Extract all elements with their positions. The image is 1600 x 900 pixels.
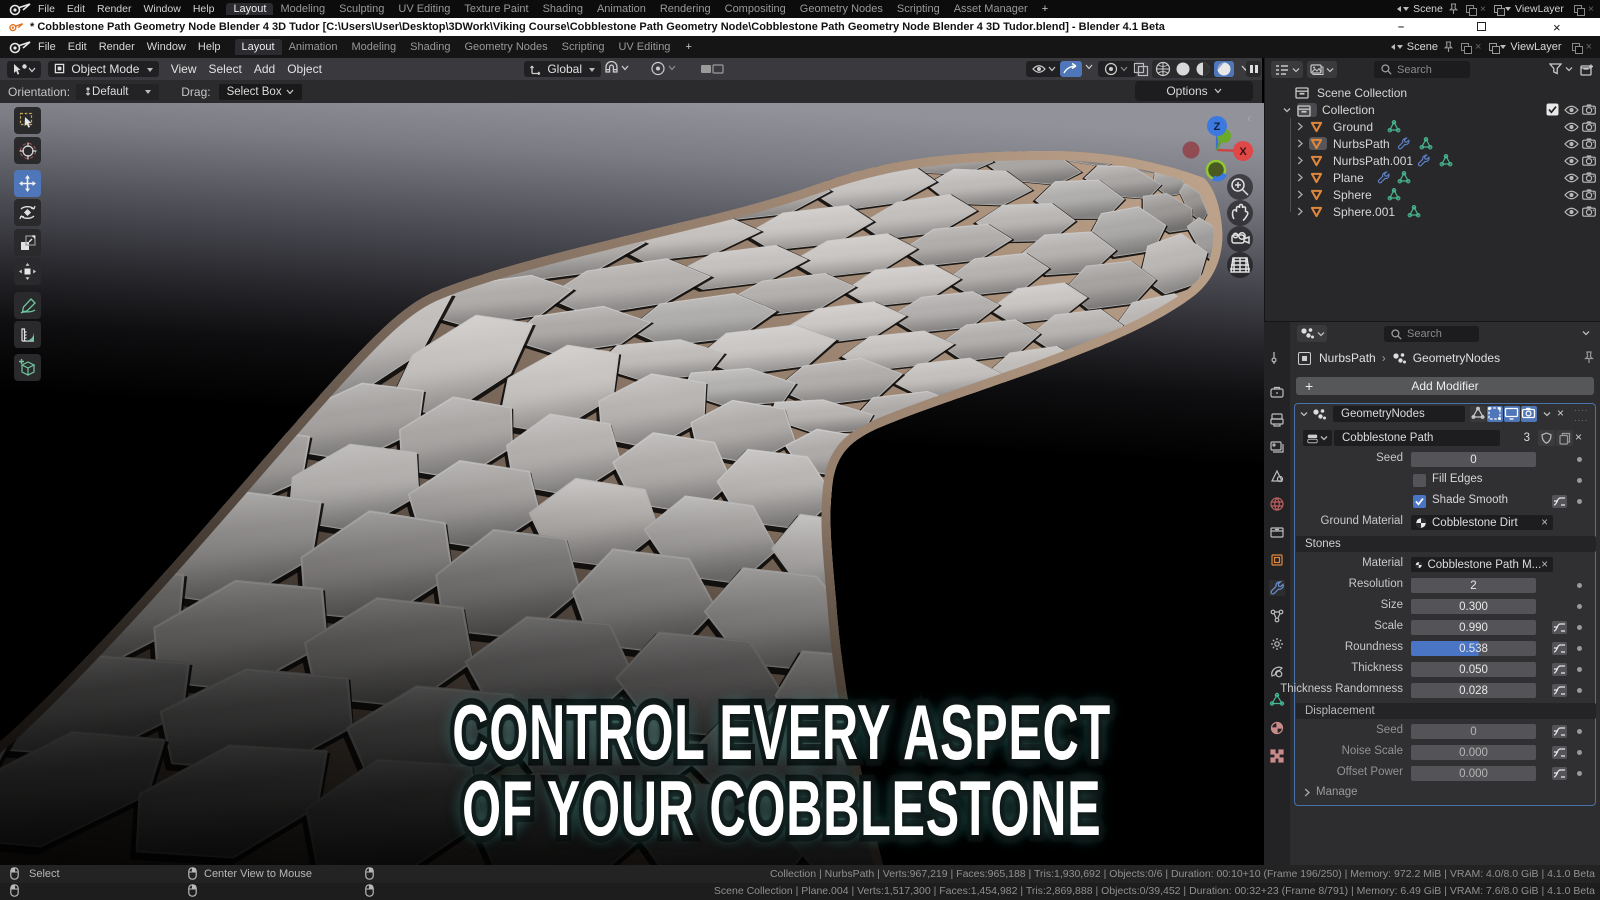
svg-text:Z: Z [1214,121,1221,133]
svg-text:X: X [1239,146,1247,158]
